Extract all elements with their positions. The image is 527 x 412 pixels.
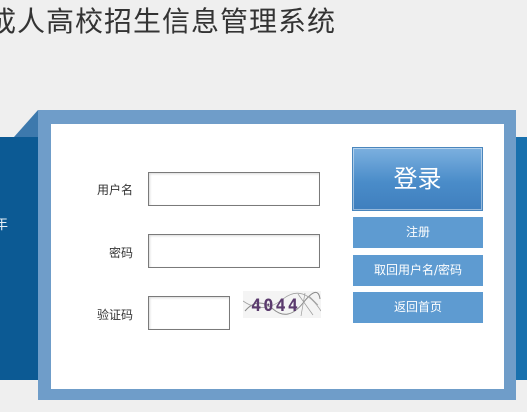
- back-home-button[interactable]: 返回首页: [353, 292, 483, 323]
- captcha-label: 验证码: [96, 308, 133, 322]
- register-button[interactable]: 注册: [353, 217, 483, 248]
- username-label: 用户名: [96, 183, 133, 197]
- band-left-text: 年: [0, 217, 8, 233]
- username-input[interactable]: [148, 172, 320, 206]
- login-button[interactable]: 登录: [352, 147, 483, 211]
- page-title-text: 成人高校招生信息管理系统: [0, 5, 337, 38]
- captcha-input[interactable]: [148, 296, 230, 330]
- password-label: 密码: [108, 246, 133, 260]
- captcha-text: 4044: [251, 296, 300, 316]
- page-title: 成人高校招生信息管理系统: [0, 4, 527, 44]
- frame-corner-notch: [14, 110, 38, 137]
- recover-credentials-button[interactable]: 取回用户名/密码: [353, 255, 483, 286]
- captcha-image[interactable]: 4044: [243, 291, 321, 318]
- password-input[interactable]: [148, 234, 320, 268]
